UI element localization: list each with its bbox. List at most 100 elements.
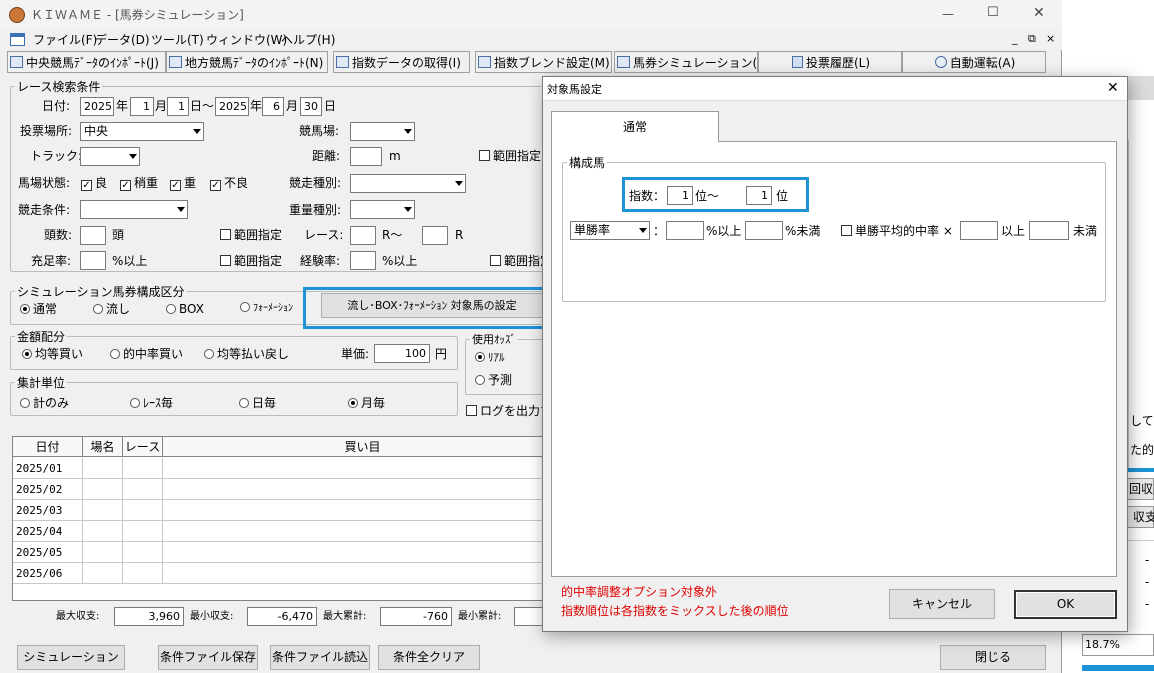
menu-file[interactable]: ファイル(F) [33,33,97,47]
table-cell[interactable] [123,521,163,542]
heads-input[interactable] [80,226,106,245]
dialog-cancel-button[interactable]: キャンセル [889,589,995,619]
table-cell[interactable] [163,500,551,521]
mdi-minimize-icon[interactable]: _ [1012,32,1018,46]
table-row-date[interactable]: 2025/05 [13,542,83,563]
tb-auto-run[interactable]: 自動運転(A) [902,51,1046,73]
table-cell[interactable] [83,458,123,479]
to-month-input[interactable]: 6 [262,97,284,116]
bettype-normal-radio[interactable]: 通常 [20,302,57,316]
close-button[interactable]: 閉じる [940,645,1046,670]
mdi-close-icon[interactable]: × [1046,32,1055,46]
course-select[interactable] [350,122,415,141]
exp-input[interactable] [350,251,376,270]
money-equal-payout-radio[interactable]: 均等払い戻し [204,347,289,361]
table-cell[interactable] [163,479,551,500]
clear-condition-button[interactable]: 条件全クリア [378,645,480,670]
ground-good-checkbox[interactable]: ✓ 良 [81,176,107,191]
venue-type-select[interactable]: 中央 [80,122,204,141]
rate-to-input[interactable] [745,221,783,240]
from-day-input[interactable]: 1 [167,97,189,116]
maximize-icon[interactable]: ☐ [987,6,999,20]
table-cell[interactable] [83,521,123,542]
agg-day-radio[interactable]: 日毎 [239,396,276,410]
table-cell[interactable] [83,563,123,584]
col-header-bets[interactable]: 買い目 [163,437,551,457]
table-cell[interactable] [123,458,163,479]
table-row-date[interactable]: 2025/04 [13,521,83,542]
avg-hit-rate-checkbox[interactable]: 単勝平均的中率 × [841,224,953,238]
results-table[interactable]: 日付 場名 レース 買い目 2025/01 2025/02 2025/03 2025/… [12,436,552,601]
menu-window[interactable]: ウィンドウ(W) [206,33,287,47]
fill-range-checkbox[interactable]: 範囲指定 [220,254,282,268]
table-cell[interactable] [163,458,551,479]
from-year-input[interactable]: 2025 [80,97,114,116]
table-row-date[interactable]: 2025/03 [13,500,83,521]
tb-import-local[interactable]: 地方競馬ﾃﾞｰﾀのｲﾝﾎﾟｰﾄ(N) [166,51,328,73]
odds-real-radio[interactable]: ﾘｱﾙ [475,351,505,365]
agg-total-radio[interactable]: 計のみ [20,396,69,410]
col-header-venue[interactable]: 場名 [83,437,123,457]
tb-simulation[interactable]: 馬券シミュレーション(B) [614,51,758,73]
rate-type-select[interactable]: 単勝率 [570,221,650,240]
col-header-race[interactable]: レース [123,437,163,457]
race-to-input[interactable] [422,226,448,245]
ground-bad-checkbox[interactable]: ✓ 不良 [210,176,248,191]
menu-data[interactable]: データ(D) [95,33,150,47]
money-equal-radio[interactable]: 均等買い [22,347,83,361]
to-year-input[interactable]: 2025 [215,97,249,116]
table-cell[interactable] [123,500,163,521]
table-cell[interactable] [163,563,551,584]
distance-input[interactable] [350,147,382,166]
race-cond-select[interactable] [80,200,188,219]
table-cell[interactable] [83,500,123,521]
bettype-formation-radio[interactable]: ﾌｫｰﾒｰｼｮﾝ [240,302,310,316]
race-type-select[interactable] [350,174,466,193]
save-condition-button[interactable]: 条件ファイル保存 [158,645,258,670]
race-from-input[interactable] [350,226,376,245]
ground-heavy-checkbox[interactable]: ✓ 重 [170,176,196,191]
table-cell[interactable] [163,542,551,563]
tb-index-blend[interactable]: 指数ブレンド設定(M) [475,51,612,73]
table-cell[interactable] [83,542,123,563]
tb-history[interactable]: 投票履歴(L) [758,51,902,73]
ground-slightly-heavy-checkbox[interactable]: ✓ 稍重 [120,176,158,191]
dialog-close-icon[interactable]: ✕ [1107,81,1119,95]
bettype-box-radio[interactable]: BOX [166,302,204,316]
col-header-date[interactable]: 日付 [13,437,83,457]
bettype-nagashi-radio[interactable]: 流し [93,302,130,316]
avg-to-input[interactable] [1029,221,1069,240]
odds-forecast-radio[interactable]: 予測 [475,373,512,387]
minimize-icon[interactable]: — [942,7,954,21]
load-condition-button[interactable]: 条件ファイル読込 [270,645,370,670]
table-cell[interactable] [123,479,163,500]
fill-input[interactable] [80,251,106,270]
unit-price-input[interactable]: 100 [374,344,430,363]
heads-range-checkbox[interactable]: 範囲指定 [220,228,282,242]
track-select[interactable] [80,147,140,166]
to-day-input[interactable]: 30 [300,97,322,116]
money-hitrate-radio[interactable]: 的中率買い [110,347,183,361]
from-month-input[interactable]: 1 [130,97,154,116]
tab-normal[interactable]: 通常 [551,111,719,142]
weight-type-select[interactable] [350,200,415,219]
table-row-date[interactable]: 2025/06 [13,563,83,584]
menu-help[interactable]: ヘルプ(H) [281,33,335,47]
table-row-date[interactable]: 2025/02 [13,479,83,500]
avg-from-input[interactable] [960,221,998,240]
tb-get-index[interactable]: 指数データの取得(I) [333,51,470,73]
table-row-date[interactable]: 2025/01 [13,458,83,479]
distance-range-checkbox[interactable]: 範囲指定 [479,149,541,163]
table-cell[interactable] [163,521,551,542]
simulate-button[interactable]: シミュレーション [17,645,125,670]
menu-tool[interactable]: ツール(T) [151,33,204,47]
rate-from-input[interactable] [666,221,704,240]
dialog-ok-button[interactable]: OK [1014,590,1117,619]
log-output-checkbox[interactable]: ログを出力す [466,404,542,418]
table-cell[interactable] [123,563,163,584]
table-cell[interactable] [83,479,123,500]
agg-month-radio[interactable]: 月毎 [348,396,385,410]
agg-race-radio[interactable]: ﾚｰｽ毎 [130,396,173,410]
tb-import-central[interactable]: 中央競馬ﾃﾞｰﾀのｲﾝﾎﾟｰﾄ(J) [7,51,166,73]
mdi-restore-icon[interactable]: ⧉ [1028,32,1036,46]
